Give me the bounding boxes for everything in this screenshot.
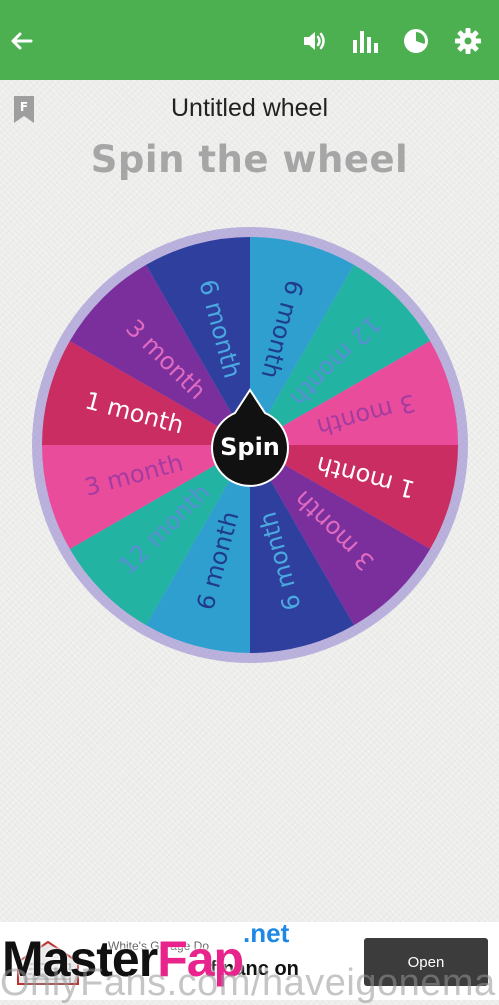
back-arrow-icon[interactable] — [6, 26, 36, 56]
spin-wheel[interactable]: 6 month12 month3 month1 month3 month6 mo… — [30, 220, 470, 670]
watermark-net: .net — [243, 918, 290, 948]
watermark-url: OnlyFans.com/haveigonema — [0, 962, 496, 1004]
volume-icon[interactable] — [300, 26, 330, 56]
wheel-title[interactable]: Untitled wheel — [0, 94, 499, 123]
settings-gear-icon[interactable] — [453, 26, 483, 56]
title-row: F Untitled wheel — [0, 92, 499, 128]
pie-chart-icon[interactable] — [401, 26, 431, 56]
spin-the-wheel-heading: Spin the wheel — [90, 138, 409, 181]
bar-chart-icon[interactable] — [350, 26, 380, 56]
spin-label: Spin — [220, 433, 280, 461]
app-bar — [0, 0, 499, 80]
